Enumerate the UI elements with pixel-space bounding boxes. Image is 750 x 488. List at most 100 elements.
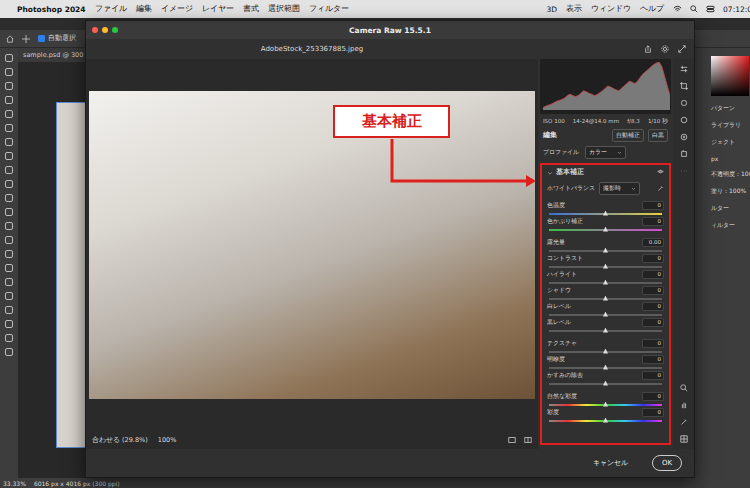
cancel-button[interactable]: キャンセル (583, 454, 638, 472)
panel-text[interactable]: 不透明度：100% (711, 170, 750, 179)
more-icon[interactable] (680, 167, 688, 175)
slider-track[interactable] (549, 404, 662, 406)
tool-icon[interactable] (5, 82, 13, 90)
control-center-icon[interactable] (706, 5, 715, 13)
zoom-icon[interactable] (680, 384, 688, 392)
slider-value[interactable]: 0 (642, 408, 664, 417)
slider-thumb[interactable] (603, 312, 608, 317)
tool-icon[interactable] (5, 320, 13, 328)
gear-icon[interactable] (661, 45, 669, 53)
slider-thumb[interactable] (603, 328, 608, 333)
slider-track[interactable] (549, 314, 662, 316)
checkbox-box[interactable] (38, 35, 45, 42)
tool-icon[interactable] (5, 180, 13, 188)
panel-text[interactable]: 塗り：100% (711, 187, 750, 196)
slider-value[interactable]: 0 (642, 254, 664, 263)
menu-item[interactable]: ファイル (95, 4, 127, 14)
menu-item[interactable]: 表示 (566, 4, 582, 14)
menu-item[interactable]: ウィンドウ (591, 4, 631, 14)
slider-track[interactable] (549, 213, 662, 215)
app-menu[interactable]: Photoshop 2024 (17, 5, 86, 14)
tool-icon[interactable] (5, 138, 13, 146)
crop-icon[interactable] (680, 82, 688, 90)
slider-value[interactable]: 0 (642, 318, 664, 327)
slider-value[interactable]: 0 (642, 339, 664, 348)
slider-thumb[interactable] (603, 349, 608, 354)
edit-button[interactable]: 自動補正 (612, 129, 644, 142)
panel-text[interactable]: ジェクト (711, 138, 750, 147)
tool-icon[interactable] (5, 264, 13, 272)
eye-icon[interactable] (657, 168, 664, 175)
expand-icon[interactable] (678, 45, 686, 53)
slider-thumb[interactable] (603, 418, 608, 423)
zoom-percent[interactable]: 100% (158, 436, 177, 444)
clock[interactable]: 07:12:07 (723, 5, 750, 14)
heal-icon[interactable] (680, 99, 688, 107)
mask-icon[interactable] (680, 116, 688, 124)
slider-value[interactable]: 0 (642, 201, 664, 210)
minimize-button[interactable] (102, 27, 108, 33)
section-header[interactable]: 基本補正 (547, 168, 664, 177)
search-icon[interactable] (690, 5, 698, 13)
panel-text[interactable]: パターン (711, 104, 750, 113)
tool-icon[interactable] (5, 222, 13, 230)
slider-track[interactable] (549, 250, 662, 252)
tool-icon[interactable] (5, 54, 13, 62)
tool-icon[interactable] (5, 348, 13, 356)
slider-track[interactable] (549, 330, 662, 332)
tool-icon[interactable] (5, 166, 13, 174)
slider-track[interactable] (549, 266, 662, 268)
home-icon[interactable] (6, 35, 14, 43)
eyedropper-icon[interactable] (657, 185, 664, 192)
ok-button[interactable]: OK (652, 455, 682, 471)
tool-icon[interactable] (5, 250, 13, 258)
sampler-icon[interactable] (680, 418, 688, 426)
tool-icon[interactable] (5, 306, 13, 314)
menu-item[interactable]: レイヤー (202, 4, 234, 14)
slider-track[interactable] (549, 367, 662, 369)
panel-text[interactable]: ルター (711, 204, 750, 213)
filmstrip-icon[interactable] (508, 436, 516, 444)
panel-text[interactable]: ライブラリ (711, 121, 750, 130)
zoom-level[interactable]: 33.33% (3, 480, 26, 487)
chevron-down-icon[interactable] (631, 186, 636, 191)
slider-thumb[interactable] (603, 402, 608, 407)
auto-select-checkbox[interactable]: 自動選択 (38, 34, 76, 43)
slider-value[interactable]: 0 (642, 217, 664, 226)
grid-icon[interactable] (680, 435, 688, 443)
profile-dropdown[interactable]: カラー (585, 146, 626, 159)
slider-thumb[interactable] (603, 227, 608, 232)
wifi-icon[interactable] (673, 5, 682, 13)
tool-icon[interactable] (5, 334, 13, 342)
tool-icon[interactable] (5, 278, 13, 286)
slider-track[interactable] (549, 351, 662, 353)
zoom-button[interactable] (112, 27, 118, 33)
menu-item[interactable]: 選択範囲 (268, 4, 300, 14)
close-button[interactable] (92, 27, 98, 33)
chevron-down-icon[interactable] (617, 150, 622, 155)
tool-icon[interactable] (5, 110, 13, 118)
menu-item[interactable]: 3D (547, 5, 558, 14)
hand-icon[interactable] (680, 401, 688, 409)
slider-thumb[interactable] (603, 264, 608, 269)
slider-thumb[interactable] (603, 365, 608, 370)
presets-icon[interactable] (680, 150, 688, 158)
menu-item[interactable]: 書式 (243, 4, 259, 14)
slider-value[interactable]: 0 (642, 355, 664, 364)
share-icon[interactable] (644, 45, 652, 53)
slider-thumb[interactable] (603, 381, 608, 386)
edit-icon[interactable] (680, 65, 688, 73)
tool-icon[interactable] (5, 124, 13, 132)
menu-item[interactable]: イメージ (161, 4, 193, 14)
panel-text[interactable]: px (711, 155, 750, 162)
zoom-fit-dropdown[interactable]: 合わせる (29.8%) (92, 436, 148, 445)
slider-track[interactable] (549, 420, 662, 422)
slider-track[interactable] (549, 282, 662, 284)
slider-track[interactable] (549, 298, 662, 300)
tool-icon[interactable] (5, 194, 13, 202)
tool-icon[interactable] (5, 152, 13, 160)
move-icon[interactable] (22, 35, 30, 43)
tool-icon[interactable] (5, 68, 13, 76)
edit-button[interactable]: 白黒 (648, 129, 668, 142)
preview-photo[interactable] (89, 91, 535, 399)
